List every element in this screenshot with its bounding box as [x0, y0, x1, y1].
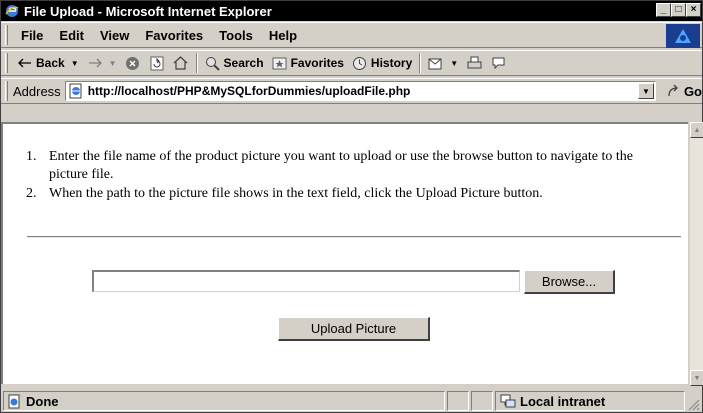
mail-button[interactable]: ▼: [424, 55, 462, 71]
forward-button[interactable]: ▼: [83, 55, 121, 71]
scroll-up-button[interactable]: ▲: [690, 122, 703, 138]
ie-throbber-icon: [666, 24, 700, 48]
list-number: 1.: [26, 149, 37, 164]
stop-button[interactable]: [121, 55, 145, 71]
discuss-icon: [490, 55, 506, 71]
refresh-button[interactable]: [145, 55, 169, 71]
toolbar-grip[interactable]: [5, 25, 8, 45]
security-zone-pane: Local intranet: [495, 391, 685, 411]
upload-picture-button[interactable]: Upload Picture: [278, 317, 430, 341]
maximize-button[interactable]: □: [671, 3, 686, 17]
history-label: History: [370, 56, 413, 70]
print-icon: [466, 55, 482, 71]
print-button[interactable]: [462, 55, 486, 71]
status-bar: Done Local intranet: [1, 389, 702, 413]
vertical-scrollbar[interactable]: ▲ ▼: [690, 122, 703, 386]
back-arrow-icon: [17, 55, 33, 71]
address-url: http://localhost/PHP&MySQLforDummies/upl…: [87, 84, 411, 98]
home-icon: [173, 55, 189, 71]
menu-edit[interactable]: Edit: [51, 28, 92, 43]
search-button[interactable]: Search: [201, 55, 268, 71]
mail-icon: [428, 55, 444, 71]
go-label: Go: [683, 83, 702, 99]
toolbar-grip[interactable]: [5, 53, 8, 73]
file-path-input[interactable]: [92, 270, 520, 292]
menu-bar: File Edit View Favorites Tools Help: [1, 22, 702, 48]
favorites-button[interactable]: Favorites: [268, 55, 348, 71]
address-dropdown-button[interactable]: ▼: [637, 83, 654, 99]
history-icon: [352, 55, 368, 71]
address-bar: Address http://localhost/PHP&MySQLforDum…: [1, 78, 702, 104]
toolbar-grip[interactable]: [5, 81, 8, 101]
list-number: 2.: [26, 186, 37, 201]
standard-toolbar: Back ▼ ▼ Search Favorites History ▼: [1, 50, 702, 76]
status-text: Done: [26, 393, 59, 409]
menu-help[interactable]: Help: [261, 28, 305, 43]
forward-arrow-icon: [87, 55, 103, 71]
toolbar-separator: [419, 53, 422, 73]
search-label: Search: [223, 56, 264, 70]
favorites-folder-icon: [272, 55, 288, 71]
list-item: 1. Enter the file name of the product pi…: [26, 148, 666, 184]
window-title: File Upload - Microsoft Internet Explore…: [24, 3, 272, 19]
close-button[interactable]: ×: [686, 3, 701, 17]
dropdown-arrow-icon[interactable]: ▼: [71, 59, 79, 68]
list-text: When the path to the picture file shows …: [49, 186, 543, 201]
menu-tools[interactable]: Tools: [211, 28, 261, 43]
page-icon: [68, 83, 84, 99]
discuss-button[interactable]: [486, 55, 510, 71]
page-done-icon: [6, 393, 22, 409]
intranet-zone-icon: [500, 393, 516, 409]
go-arrow-icon: [666, 83, 682, 99]
list-text: Enter the file name of the product pictu…: [49, 149, 633, 182]
toolbar-separator: [195, 53, 198, 73]
favorites-label: Favorites: [290, 56, 344, 70]
back-button[interactable]: Back ▼: [13, 55, 83, 71]
dropdown-arrow-icon[interactable]: ▼: [109, 59, 117, 68]
refresh-icon: [149, 55, 165, 71]
menu-favorites[interactable]: Favorites: [137, 28, 211, 43]
status-pane-empty: [447, 391, 469, 411]
history-button[interactable]: History: [348, 55, 416, 71]
list-item: 2. When the path to the picture file sho…: [26, 185, 666, 203]
stop-icon: [125, 55, 141, 71]
search-icon: [205, 55, 221, 71]
title-bar[interactable]: File Upload - Microsoft Internet Explore…: [1, 1, 702, 21]
minimize-button[interactable]: _: [656, 3, 671, 17]
browser-window: File Upload - Microsoft Internet Explore…: [0, 0, 703, 413]
horizontal-rule: [27, 236, 681, 238]
home-button[interactable]: [169, 55, 193, 71]
dropdown-arrow-icon[interactable]: ▼: [450, 59, 458, 68]
menu-file[interactable]: File: [13, 28, 51, 43]
page-content: 1. Enter the file name of the product pi…: [1, 122, 688, 384]
menu-view[interactable]: View: [92, 28, 137, 43]
browse-button[interactable]: Browse...: [524, 270, 615, 294]
status-pane: Done: [3, 391, 445, 411]
go-button[interactable]: Go: [666, 83, 702, 99]
scroll-down-button[interactable]: ▼: [690, 370, 703, 386]
status-pane-empty: [471, 391, 493, 411]
resize-grip-icon[interactable]: [688, 399, 700, 411]
back-label: Back: [36, 56, 65, 70]
security-zone-text: Local intranet: [520, 393, 606, 409]
address-label: Address: [12, 83, 61, 99]
address-input[interactable]: http://localhost/PHP&MySQLforDummies/upl…: [64, 81, 656, 101]
ie-logo-icon: [4, 3, 20, 19]
instructions-list: 1. Enter the file name of the product pi…: [26, 148, 666, 204]
